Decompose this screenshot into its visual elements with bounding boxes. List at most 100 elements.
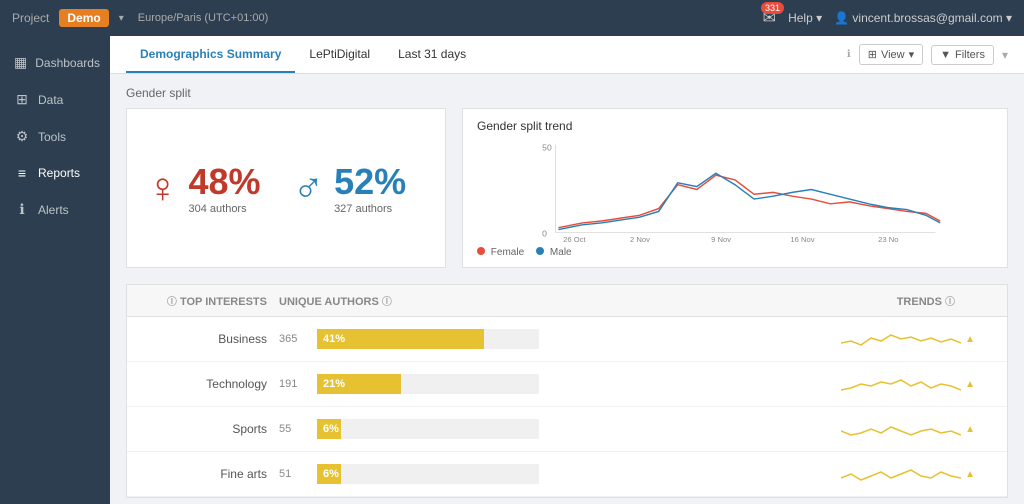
sidebar: ▦ Dashboards ⊞ Data ⚙ Tools ≡ Reports ℹ … xyxy=(0,36,110,504)
count: 365 xyxy=(279,333,311,345)
user-account-button[interactable]: 👤 vincent.brossas@gmail.com ▾ xyxy=(834,11,1012,25)
bar-wrap: 21% xyxy=(317,374,539,394)
trend-arrow-up: ▲ xyxy=(965,424,975,435)
svg-text:23 No: 23 No xyxy=(878,235,898,242)
tab-last-31-days[interactable]: Last 31 days xyxy=(384,37,480,73)
view-button[interactable]: ⊞ View ▾ xyxy=(859,44,923,65)
trend-sparkline-technology: ▲ xyxy=(539,368,995,400)
interest-label: Fine arts xyxy=(139,467,279,481)
male-percentage: 52% xyxy=(334,161,406,203)
alerts-icon: ℹ xyxy=(14,201,30,218)
male-icon: ♂ xyxy=(293,164,325,212)
chart-title: Gender split trend xyxy=(477,119,993,133)
trend-arrow-up: ▲ xyxy=(965,469,975,480)
male-stat: ♂ 52% 327 authors xyxy=(293,161,407,215)
sidebar-item-alerts[interactable]: ℹ Alerts xyxy=(0,191,110,228)
mail-count-badge: 331 xyxy=(761,2,784,14)
svg-text:2 Nov: 2 Nov xyxy=(630,235,650,242)
legend-male-dot xyxy=(536,247,544,255)
interest-label: Sports xyxy=(139,422,279,436)
bar: 6% xyxy=(317,419,341,439)
svg-text:16 Nov: 16 Nov xyxy=(790,235,814,242)
trend-arrow-up: ▲ xyxy=(965,334,975,345)
filters-expand-icon[interactable]: ▾ xyxy=(1002,48,1008,62)
sparkline-svg xyxy=(841,458,961,490)
sidebar-item-label: Tools xyxy=(38,130,66,144)
header-unique-authors: UNIQUE AUTHORS ⓘ xyxy=(279,293,539,308)
filters-button[interactable]: ▼ Filters xyxy=(931,45,994,65)
interest-row-sports: Sports 55 6% ▲ xyxy=(127,407,1007,452)
interests-header-row: ⓘ TOP INTERESTS UNIQUE AUTHORS ⓘ TRENDS … xyxy=(127,285,1007,317)
help-button[interactable]: Help ▾ xyxy=(788,11,822,25)
dashboards-icon: ▦ xyxy=(14,54,27,71)
legend-female-dot xyxy=(477,247,485,255)
content-area: Demographics Summary LePtiDigital Last 3… xyxy=(110,36,1024,504)
female-icon: ♀ xyxy=(147,164,179,212)
sidebar-item-label: Alerts xyxy=(38,203,69,217)
interest-row-technology: Technology 191 21% ▲ xyxy=(127,362,1007,407)
sidebar-item-label: Reports xyxy=(38,166,80,180)
tab-lepti-digital[interactable]: LePtiDigital xyxy=(295,37,384,73)
sidebar-item-dashboards[interactable]: ▦ Dashboards xyxy=(0,44,110,81)
header-trends: TRENDS ⓘ xyxy=(539,293,995,308)
gender-split-label: Gender split xyxy=(126,86,1008,100)
mail-button[interactable]: ✉ 331 xyxy=(763,8,776,28)
sparkline-svg xyxy=(841,368,961,400)
interest-label: Technology xyxy=(139,377,279,391)
sidebar-item-data[interactable]: ⊞ Data xyxy=(0,81,110,118)
sidebar-item-reports[interactable]: ≡ Reports xyxy=(0,155,110,191)
subheader-actions: ℹ ⊞ View ▾ ▼ Filters ▾ xyxy=(847,44,1008,65)
bar-area: 365 41% xyxy=(279,329,539,349)
female-percentage: 48% xyxy=(189,161,261,203)
reports-icon: ≡ xyxy=(14,165,30,181)
interests-table: ⓘ TOP INTERESTS UNIQUE AUTHORS ⓘ TRENDS … xyxy=(126,284,1008,498)
svg-text:26 Oct: 26 Oct xyxy=(563,235,586,242)
bar: 6% xyxy=(317,464,341,484)
female-authors-count: 304 authors xyxy=(189,203,261,215)
section-gap xyxy=(126,498,1008,504)
gender-trend-chart-panel: Gender split trend 50 0 26 Oct 2 Nov xyxy=(462,108,1008,268)
bar-area: 51 6% xyxy=(279,464,539,484)
interest-label: Business xyxy=(139,332,279,346)
demo-chevron-icon[interactable]: ▾ xyxy=(119,13,124,24)
filter-icon: ▼ xyxy=(940,49,951,61)
header-top-interests: ⓘ TOP INTERESTS xyxy=(139,293,279,308)
count: 51 xyxy=(279,468,311,480)
bar-wrap: 6% xyxy=(317,419,539,439)
svg-text:9 Nov: 9 Nov xyxy=(711,235,731,242)
bar-area: 191 21% xyxy=(279,374,539,394)
trend-sparkline-sports: ▲ xyxy=(539,413,995,445)
topbar: Project Demo ▾ Europe/Paris (UTC+01:00) … xyxy=(0,0,1024,36)
interest-row-business: Business 365 41% ▲ xyxy=(127,317,1007,362)
bar-wrap: 41% xyxy=(317,329,539,349)
main-layout: ▦ Dashboards ⊞ Data ⚙ Tools ≡ Reports ℹ … xyxy=(0,36,1024,504)
svg-text:0: 0 xyxy=(542,228,547,238)
count: 55 xyxy=(279,423,311,435)
svg-text:50: 50 xyxy=(542,142,552,152)
sidebar-item-label: Dashboards xyxy=(35,56,100,70)
tools-icon: ⚙ xyxy=(14,128,30,145)
bar-area: 55 6% xyxy=(279,419,539,439)
gender-row: ♀ 48% 304 authors ♂ 52% 327 authors xyxy=(126,108,1008,268)
gender-trend-chart: 50 0 26 Oct 2 Nov 9 Nov 16 Nov 23 No xyxy=(477,137,993,257)
bar: 41% xyxy=(317,329,484,349)
chart-legend: Female Male xyxy=(477,247,993,258)
sparkline-svg xyxy=(841,413,961,445)
sidebar-item-tools[interactable]: ⚙ Tools xyxy=(0,118,110,155)
subheader: Demographics Summary LePtiDigital Last 3… xyxy=(110,36,1024,74)
trend-chart-svg: 50 0 26 Oct 2 Nov 9 Nov 16 Nov 23 No xyxy=(477,137,993,242)
view-chevron-icon: ▾ xyxy=(909,48,915,61)
timezone-label: Europe/Paris (UTC+01:00) xyxy=(138,12,269,24)
body-area: Gender split ♀ 48% 304 authors ♂ xyxy=(110,74,1024,504)
trend-arrow-up: ▲ xyxy=(965,379,975,390)
legend-female: Female xyxy=(477,247,524,258)
trend-sparkline-business: ▲ xyxy=(539,323,995,355)
sidebar-item-label: Data xyxy=(38,93,63,107)
tab-demographics-summary[interactable]: Demographics Summary xyxy=(126,37,295,73)
demo-badge[interactable]: Demo xyxy=(59,9,108,27)
info-icon[interactable]: ℹ xyxy=(847,49,851,60)
interest-row-finearts: Fine arts 51 6% ▲ xyxy=(127,452,1007,497)
data-icon: ⊞ xyxy=(14,91,30,108)
trend-sparkline-finearts: ▲ xyxy=(539,458,995,490)
bar-wrap: 6% xyxy=(317,464,539,484)
